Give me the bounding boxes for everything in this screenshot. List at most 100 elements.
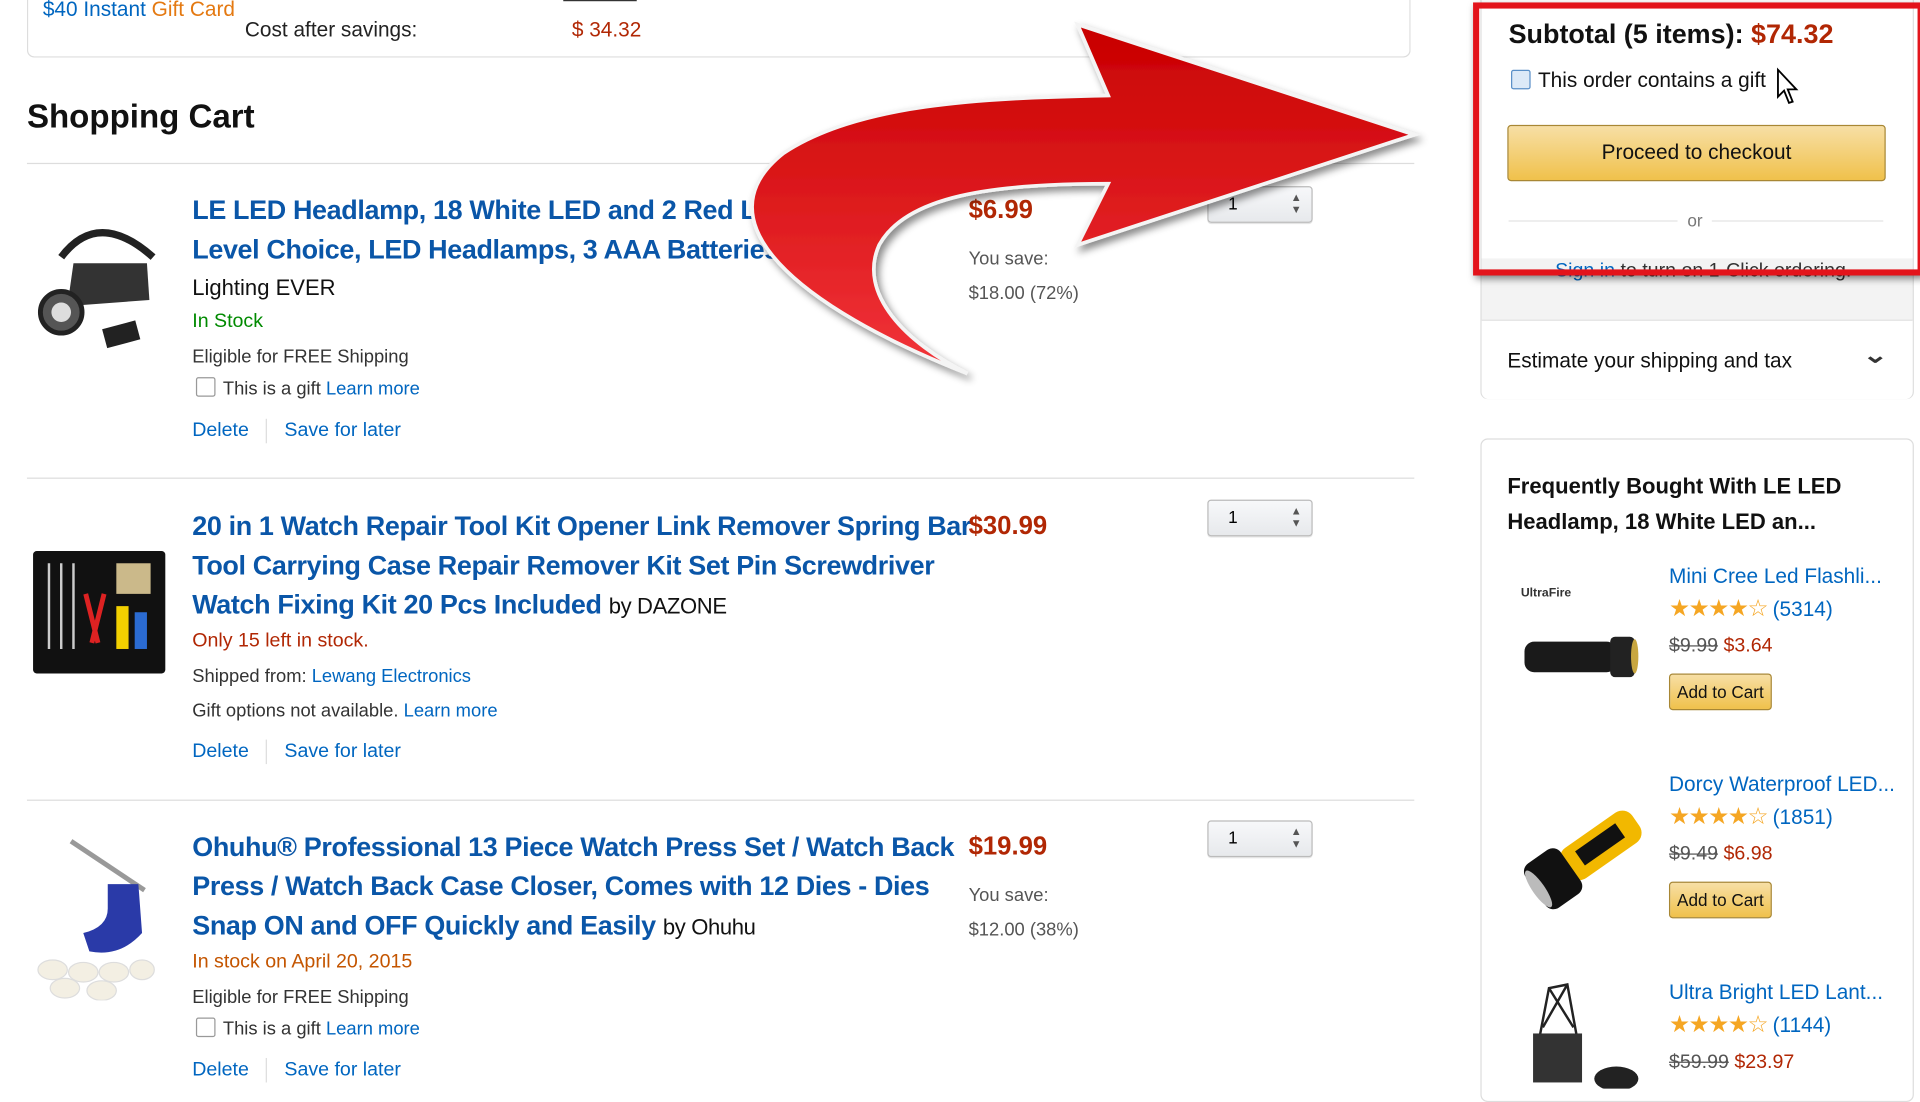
learn-more-link[interactable]: Learn more (326, 1019, 420, 1040)
title-line: Level Choice, LED Headlamps, 3 AAA Batte… (192, 233, 779, 265)
old-price: $59.99 (1668, 1051, 1729, 1073)
brand-byline: by Ohuhu (662, 914, 756, 940)
title-line: Ohuhu® Professional 13 Piece Watch Press… (192, 831, 955, 863)
dorcy-flashlight-image (1523, 810, 1642, 910)
quantity-value: 1 (1228, 193, 1238, 214)
you-save-value: $18.00 (72%) (968, 282, 1079, 304)
learn-more-link[interactable]: Learn more (404, 700, 498, 721)
stock-status: In stock on April 20, 2015 (192, 951, 413, 973)
quantity-value: 1 (1228, 827, 1238, 848)
rec-price: $9.99 $3.64 (1669, 636, 1773, 658)
old-price: $9.49 (1668, 843, 1719, 865)
tool-kit-image (33, 551, 166, 674)
divider (26, 162, 1415, 165)
you-save-value: $12.00 (38%) (968, 919, 1079, 941)
gift-option: This is a gift Learn more (195, 1017, 420, 1040)
cost-value: $ 34.32 (571, 18, 642, 42)
stock-status: Only 15 left in stock. (192, 630, 369, 652)
seller-link[interactable]: Lewang Electronics (312, 666, 471, 687)
delete-link[interactable]: Delete (192, 1059, 249, 1080)
brand-logo: UltraFire (1520, 586, 1572, 601)
stock-status: In Stock (192, 311, 264, 332)
item-price: $6.99 (968, 195, 1033, 225)
quantity-select[interactable]: 1 ▲ ▼ (1207, 499, 1313, 537)
sale-price: $23.97 (1734, 1051, 1795, 1073)
old-price: $9.99 (1668, 635, 1719, 657)
arrow-shape (750, 21, 1421, 376)
sale-price: $6.98 (1723, 843, 1773, 865)
shipping-info: Eligible for FREE Shipping (192, 986, 409, 1008)
save-for-later-link[interactable]: Save for later (284, 741, 401, 762)
rec-price: $59.99 $23.97 (1669, 1052, 1794, 1074)
gift-checkbox[interactable] (195, 1017, 216, 1038)
rating: ★★★★☆ (1851) (1669, 803, 1833, 831)
quantity-select[interactable]: 1 ▲ ▼ (1207, 820, 1313, 858)
save-for-later-link[interactable]: Save for later (284, 420, 401, 441)
heading-line: Headlamp, 18 White LED an... (1507, 509, 1816, 534)
save-for-later-link[interactable]: Save for later (284, 1059, 401, 1080)
star-rating-icon: ★★★★☆ (1668, 804, 1768, 831)
add-to-cart-button[interactable]: Add to Cart (1668, 881, 1772, 919)
title-line: 20 in 1 Watch Repair Tool Kit Opener Lin… (192, 510, 972, 542)
recommendations-panel: Frequently Bought With LE LED Headlamp, 1… (1480, 438, 1914, 1102)
cost-label: Cost after savings: (244, 18, 418, 42)
add-to-cart-button[interactable]: Add to Cart (1668, 673, 1772, 711)
divider (26, 799, 1415, 801)
shipped-from: Shipped from: Lewang Electronics (192, 666, 471, 687)
item-title-link[interactable]: Ohuhu® Professional 13 Piece Watch Press… (192, 828, 954, 947)
rating: ★★★★☆ (1144) (1669, 1011, 1831, 1039)
you-save-label: You save: (968, 248, 1049, 270)
item-title-link[interactable]: LE LED Headlamp, 18 White LED and 2 Red … (192, 191, 779, 269)
watch-press-image (37, 839, 155, 1001)
star-rating-icon: ★★★★☆ (1668, 1012, 1768, 1039)
review-count-link[interactable]: (1144) (1773, 1014, 1832, 1037)
quantity-select[interactable]: 1 ▲ ▼ (1207, 186, 1313, 223)
promo-box: $40 Instant Gift Card Cost after savings… (26, 0, 1411, 58)
recommendations-heading: Frequently Bought With LE LED Headlamp, 1… (1507, 469, 1841, 540)
gift-label: This is a gift (222, 1018, 321, 1040)
highlight-box (1473, 2, 1920, 276)
gift-label: This is a gift (222, 378, 321, 400)
item-price: $19.99 (968, 832, 1048, 861)
heading-line: Frequently Bought With LE LED (1507, 473, 1842, 499)
item-actions: Delete Save for later (192, 1057, 401, 1083)
delete-link[interactable]: Delete (192, 741, 249, 762)
estimate-shipping-row[interactable]: Estimate your shipping and tax ⌄ (1481, 319, 1913, 400)
page-title: Shopping Cart (26, 97, 255, 135)
star-rating-icon: ★★★★☆ (1668, 596, 1768, 623)
stepper-arrows-icon: ▲ ▼ (1290, 504, 1302, 529)
flashlight-image (1524, 636, 1639, 678)
stepper-arrows-icon: ▲ ▼ (1290, 191, 1302, 216)
gift-card-prefix: $40 Instant (42, 0, 146, 21)
review-count-link[interactable]: (5314) (1773, 598, 1833, 621)
divider (26, 477, 1415, 479)
review-count-link[interactable]: (1851) (1773, 806, 1833, 829)
rec-title-link[interactable]: Mini Cree Led Flashli... (1669, 564, 1882, 588)
rec-price: $9.49 $6.98 (1669, 844, 1773, 866)
estimate-label: Estimate your shipping and tax (1507, 348, 1793, 373)
gift-option: This is a gift Learn more (195, 377, 420, 400)
rec-title-link[interactable]: Ultra Bright LED Lant... (1669, 981, 1883, 1005)
chevron-down-icon: ⌄ (1862, 342, 1889, 368)
brand-byline: by DAZONE (608, 593, 727, 619)
quantity-value: 1 (1228, 506, 1238, 527)
rec-title-link[interactable]: Dorcy Waterproof LED... (1669, 773, 1895, 797)
gift-options-text: Gift options not available. (192, 700, 399, 722)
learn-more-link[interactable]: Learn more (326, 378, 420, 399)
shipping-info: Eligible for FREE Shipping (192, 346, 409, 368)
gift-checkbox[interactable] (195, 377, 216, 397)
item-title-link[interactable]: 20 in 1 Watch Repair Tool Kit Opener Lin… (192, 507, 971, 626)
title-line: Watch Fixing Kit 20 Pcs Included (192, 588, 602, 620)
gift-card-promo[interactable]: $40 Instant Gift Card (43, 0, 235, 22)
lantern-image (1533, 983, 1639, 1089)
title-line: Press / Watch Back Case Closer, Comes wi… (192, 870, 930, 902)
item-actions: Delete Save for later (192, 418, 401, 444)
item-actions: Delete Save for later (192, 739, 401, 765)
title-line: LE LED Headlamp, 18 White LED and 2 Red … (192, 194, 757, 226)
item-price: $30.99 (968, 511, 1048, 541)
title-line: Tool Carrying Case Repair Remover Kit Se… (192, 549, 935, 581)
delete-link[interactable]: Delete (192, 420, 249, 441)
gift-options: Gift options not available. Learn more (192, 700, 497, 721)
seller: Lighting EVER (192, 275, 336, 301)
sale-price: $3.64 (1723, 635, 1773, 657)
